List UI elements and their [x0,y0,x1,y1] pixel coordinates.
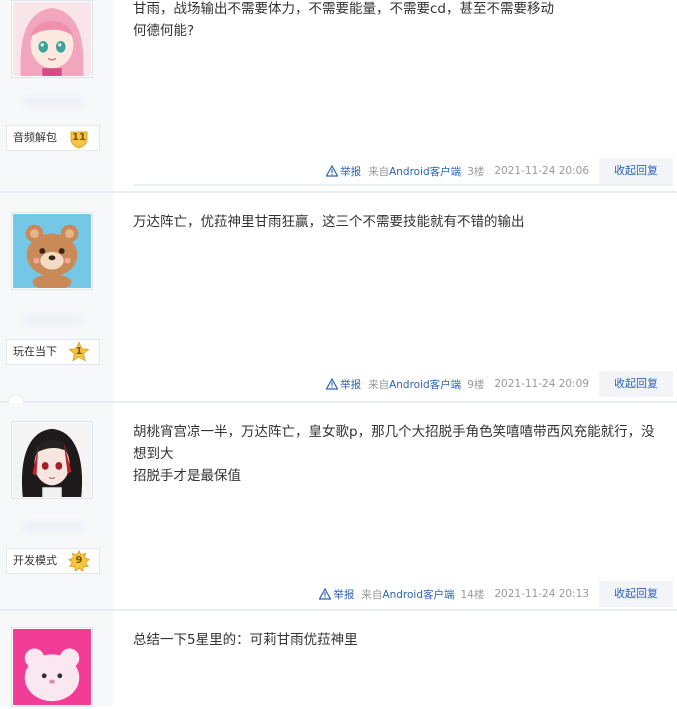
post-tail: 举报 来自Android客户端 14楼 2021-11-24 20:13 收起回… [319,581,673,607]
post-content-line: 胡桃宵宫凉一半，万达阵亡，皇女歌p，那几个大招脱手角色笑嘻嘻带西风充能就行，没想… [133,424,655,462]
post-content-line: 甘雨，战场输出不需要体力，不需要能量，不需要cd，甚至不需要移动 [133,1,554,17]
collapse-reply-button[interactable]: 收起回复 [599,158,673,184]
warning-icon [326,378,339,390]
post-content: 总结一下5星里的：可莉甘雨优菈神里 [133,629,668,651]
warning-icon [326,165,339,177]
post-tail: 举报 来自Android客户端 3楼 2021-11-24 20:06 收起回复 [326,158,673,184]
report-label: 举报 [340,378,362,391]
username-blurred[interactable] [22,96,84,108]
post-content: 万达阵亡，优菈神里甘雨狂赢，这三个不需要技能就有不错的输出 [133,211,668,233]
tail-divider [133,184,673,186]
post-content: 胡桃宵宫凉一半，万达阵亡，皇女歌p，那几个大招脱手角色笑嘻嘻带西风充能就行，没想… [133,421,668,487]
client-prefix: 来自 [368,165,390,178]
client-prefix: 来自 [361,588,383,601]
post-floor-3: 音频解包 11 甘雨，战场输出不需要体力，不需要能量，不需要cd，甚至不需要移动… [0,0,677,191]
username-blurred[interactable] [22,521,84,533]
client-link[interactable]: Android客户端 [389,379,461,391]
client-info: 来自Android客户端 [368,377,461,392]
level-title: 音频解包 [13,131,57,144]
username-blurred[interactable] [22,314,84,326]
avatar[interactable] [11,0,93,78]
avatar[interactable] [11,627,93,707]
post-content: 甘雨，战场输出不需要体力，不需要能量，不需要cd，甚至不需要移动 何德何能? [133,0,668,42]
level-number: 11 [72,132,86,143]
post-time: 2021-11-24 20:13 [494,588,589,600]
client-prefix: 来自 [368,378,390,391]
level-badge-icon: 11 [68,127,90,149]
client-info: 来自Android客户端 [361,587,454,602]
level-title: 玩在当下 [13,345,57,358]
level-number: 1 [75,346,83,357]
avatar[interactable] [11,212,93,290]
level-badge[interactable]: 音频解包 11 [6,125,100,151]
level-badge-icon: 1 [68,341,90,363]
report-label: 举报 [340,165,362,178]
level-badge[interactable]: 开发模式 9 [6,548,100,574]
level-number: 9 [75,555,83,566]
post-content-line: 何德何能? [133,23,195,39]
post-content-line: 招脱手才是最保值 [133,468,241,484]
post-floor-9: 玩在当下 1 万达阵亡，优菈神里甘雨狂赢，这三个不需要技能就有不错的输出 举报 … [0,193,677,401]
avatar[interactable] [11,421,93,499]
level-badge[interactable]: 玩在当下 1 [6,339,100,365]
floor-number: 9楼 [467,378,485,391]
post-time: 2021-11-24 20:06 [494,165,589,177]
anime-girl-pink-hair-avatar [13,2,91,77]
collapse-reply-button[interactable]: 收起回复 [599,581,673,607]
collapse-reply-button[interactable]: 收起回复 [599,371,673,397]
report-label: 举报 [333,588,355,601]
warning-icon [319,588,332,600]
post-content-line: 万达阵亡，优菈神里甘雨狂赢，这三个不需要技能就有不错的输出 [133,214,525,230]
floor-number: 14楼 [460,588,485,601]
client-link[interactable]: Android客户端 [382,589,454,601]
report-link[interactable]: 举报 [326,164,361,179]
report-link[interactable]: 举报 [319,587,354,602]
floor-number: 3楼 [467,165,485,178]
post-time: 2021-11-24 20:09 [494,378,589,390]
post-content-line: 总结一下5星里的：可莉甘雨优菈神里 [133,632,358,648]
client-info: 来自Android客户端 [368,164,461,179]
anime-girl-black-red-hair-avatar [13,423,91,497]
post-tail: 举报 来自Android客户端 9楼 2021-11-24 20:09 收起回复 [326,371,673,397]
report-link[interactable]: 举报 [326,377,361,392]
post-floor-next: 总结一下5星里的：可莉甘雨优菈神里 [0,611,677,707]
pink-fluffy-creature-avatar [13,629,91,705]
level-title: 开发模式 [13,554,57,567]
post-floor-14: 开发模式 9 胡桃宵宫凉一半，万达阵亡，皇女歌p，那几个大招脱手角色笑嘻嘻带西风… [0,403,677,609]
client-link[interactable]: Android客户端 [389,166,461,178]
cartoon-bear-avatar [13,214,91,290]
level-badge-icon: 9 [68,549,90,572]
